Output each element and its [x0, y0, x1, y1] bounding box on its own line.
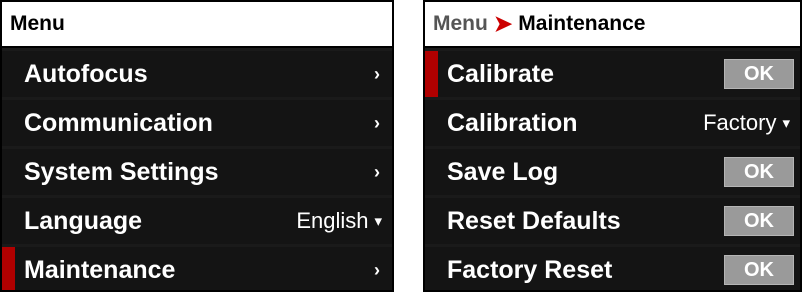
menu-item-system-settings[interactable]: System Settings › — [2, 149, 392, 195]
breadcrumb-arrow-icon: ➤ — [493, 11, 513, 36]
breadcrumb-current: Maintenance — [518, 12, 646, 35]
chevron-right-icon: › — [374, 161, 380, 182]
maintenance-item-label: Save Log — [447, 157, 559, 186]
chevron-right-icon: › — [374, 63, 380, 84]
maintenance-item-calibrate[interactable]: Calibrate OK — [425, 51, 800, 97]
menu-header: Menu — [2, 2, 392, 48]
maintenance-item-factory-reset[interactable]: Factory Reset OK — [425, 247, 800, 290]
language-value: English — [296, 208, 369, 233]
chevron-down-icon: ▾ — [782, 115, 790, 132]
maintenance-panel: Menu ➤ Maintenance Calibrate OK Calibrat… — [423, 0, 802, 292]
menu-item-language[interactable]: Language English ▾ — [2, 198, 392, 244]
maintenance-item-save-log[interactable]: Save Log OK — [425, 149, 800, 195]
menu-item-label: Autofocus — [24, 59, 148, 88]
chevron-right-icon: › — [374, 259, 380, 280]
menu-item-label: Language — [24, 206, 143, 235]
maintenance-item-label: Reset Defaults — [447, 206, 621, 235]
breadcrumb: Menu ➤ Maintenance — [425, 2, 800, 48]
main-menu-panel: Menu Autofocus › Communication › System … — [0, 0, 394, 292]
maintenance-item-label: Calibrate — [447, 59, 554, 88]
menu-item-label: System Settings — [24, 157, 219, 186]
calibration-select[interactable]: Factory ▾ — [703, 110, 792, 136]
maintenance-item-label: Calibration — [447, 108, 578, 137]
maintenance-item-calibration[interactable]: Calibration Factory ▾ — [425, 100, 800, 146]
menu-item-communication[interactable]: Communication › — [2, 100, 392, 146]
maintenance-item-reset-defaults[interactable]: Reset Defaults OK — [425, 198, 800, 244]
maintenance-item-label: Factory Reset — [447, 255, 613, 284]
menu-item-label: Communication — [24, 108, 213, 137]
save-log-ok-button[interactable]: OK — [724, 157, 794, 187]
calibrate-ok-button[interactable]: OK — [724, 59, 794, 89]
menu-item-label: Maintenance — [24, 255, 176, 284]
reset-defaults-ok-button[interactable]: OK — [724, 206, 794, 236]
menu-item-autofocus[interactable]: Autofocus › — [2, 51, 392, 97]
menu-item-maintenance[interactable]: Maintenance › — [2, 247, 392, 290]
menu-title: Menu — [10, 12, 65, 35]
chevron-down-icon: ▾ — [374, 213, 382, 230]
calibration-value: Factory — [703, 110, 777, 135]
breadcrumb-root[interactable]: Menu — [433, 12, 488, 36]
language-select[interactable]: English ▾ — [296, 208, 384, 234]
chevron-right-icon: › — [374, 112, 380, 133]
factory-reset-ok-button[interactable]: OK — [724, 255, 794, 285]
